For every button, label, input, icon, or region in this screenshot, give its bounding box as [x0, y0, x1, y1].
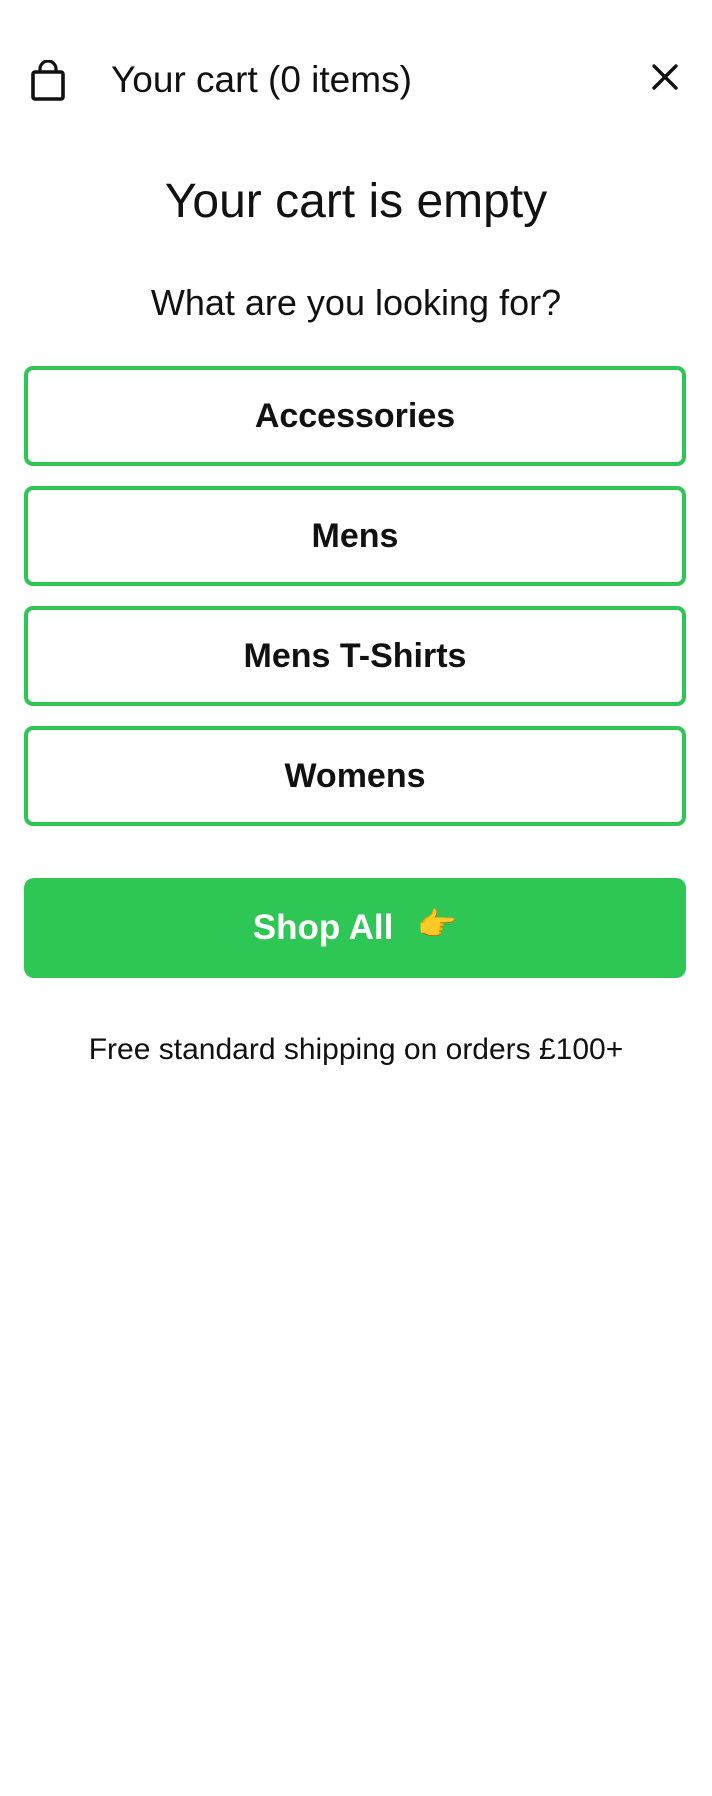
- category-list: Accessories Mens Mens T-Shirts Womens: [24, 366, 686, 846]
- shipping-note: Free standard shipping on orders £100+: [88, 1033, 624, 1066]
- category-button-accessories[interactable]: Accessories: [24, 366, 686, 466]
- pointing-hand-icon: 👉: [417, 905, 458, 943]
- cart-header: Your cart (0 items): [0, 0, 712, 162]
- close-icon: [651, 63, 679, 96]
- category-button-womens[interactable]: Womens: [24, 726, 686, 826]
- cart-title: Your cart (0 items): [111, 59, 412, 100]
- empty-cart-heading: Your cart is empty: [164, 175, 548, 228]
- category-button-mens[interactable]: Mens: [24, 486, 686, 586]
- category-button-mens-t-shirts[interactable]: Mens T-Shirts: [24, 606, 686, 706]
- looking-for-prompt: What are you looking for?: [150, 282, 562, 323]
- shop-all-label: Shop All: [252, 908, 394, 947]
- shopping-bag-icon: [30, 59, 66, 102]
- close-button[interactable]: [646, 60, 684, 98]
- shop-all-button[interactable]: Shop All 👉: [24, 878, 686, 978]
